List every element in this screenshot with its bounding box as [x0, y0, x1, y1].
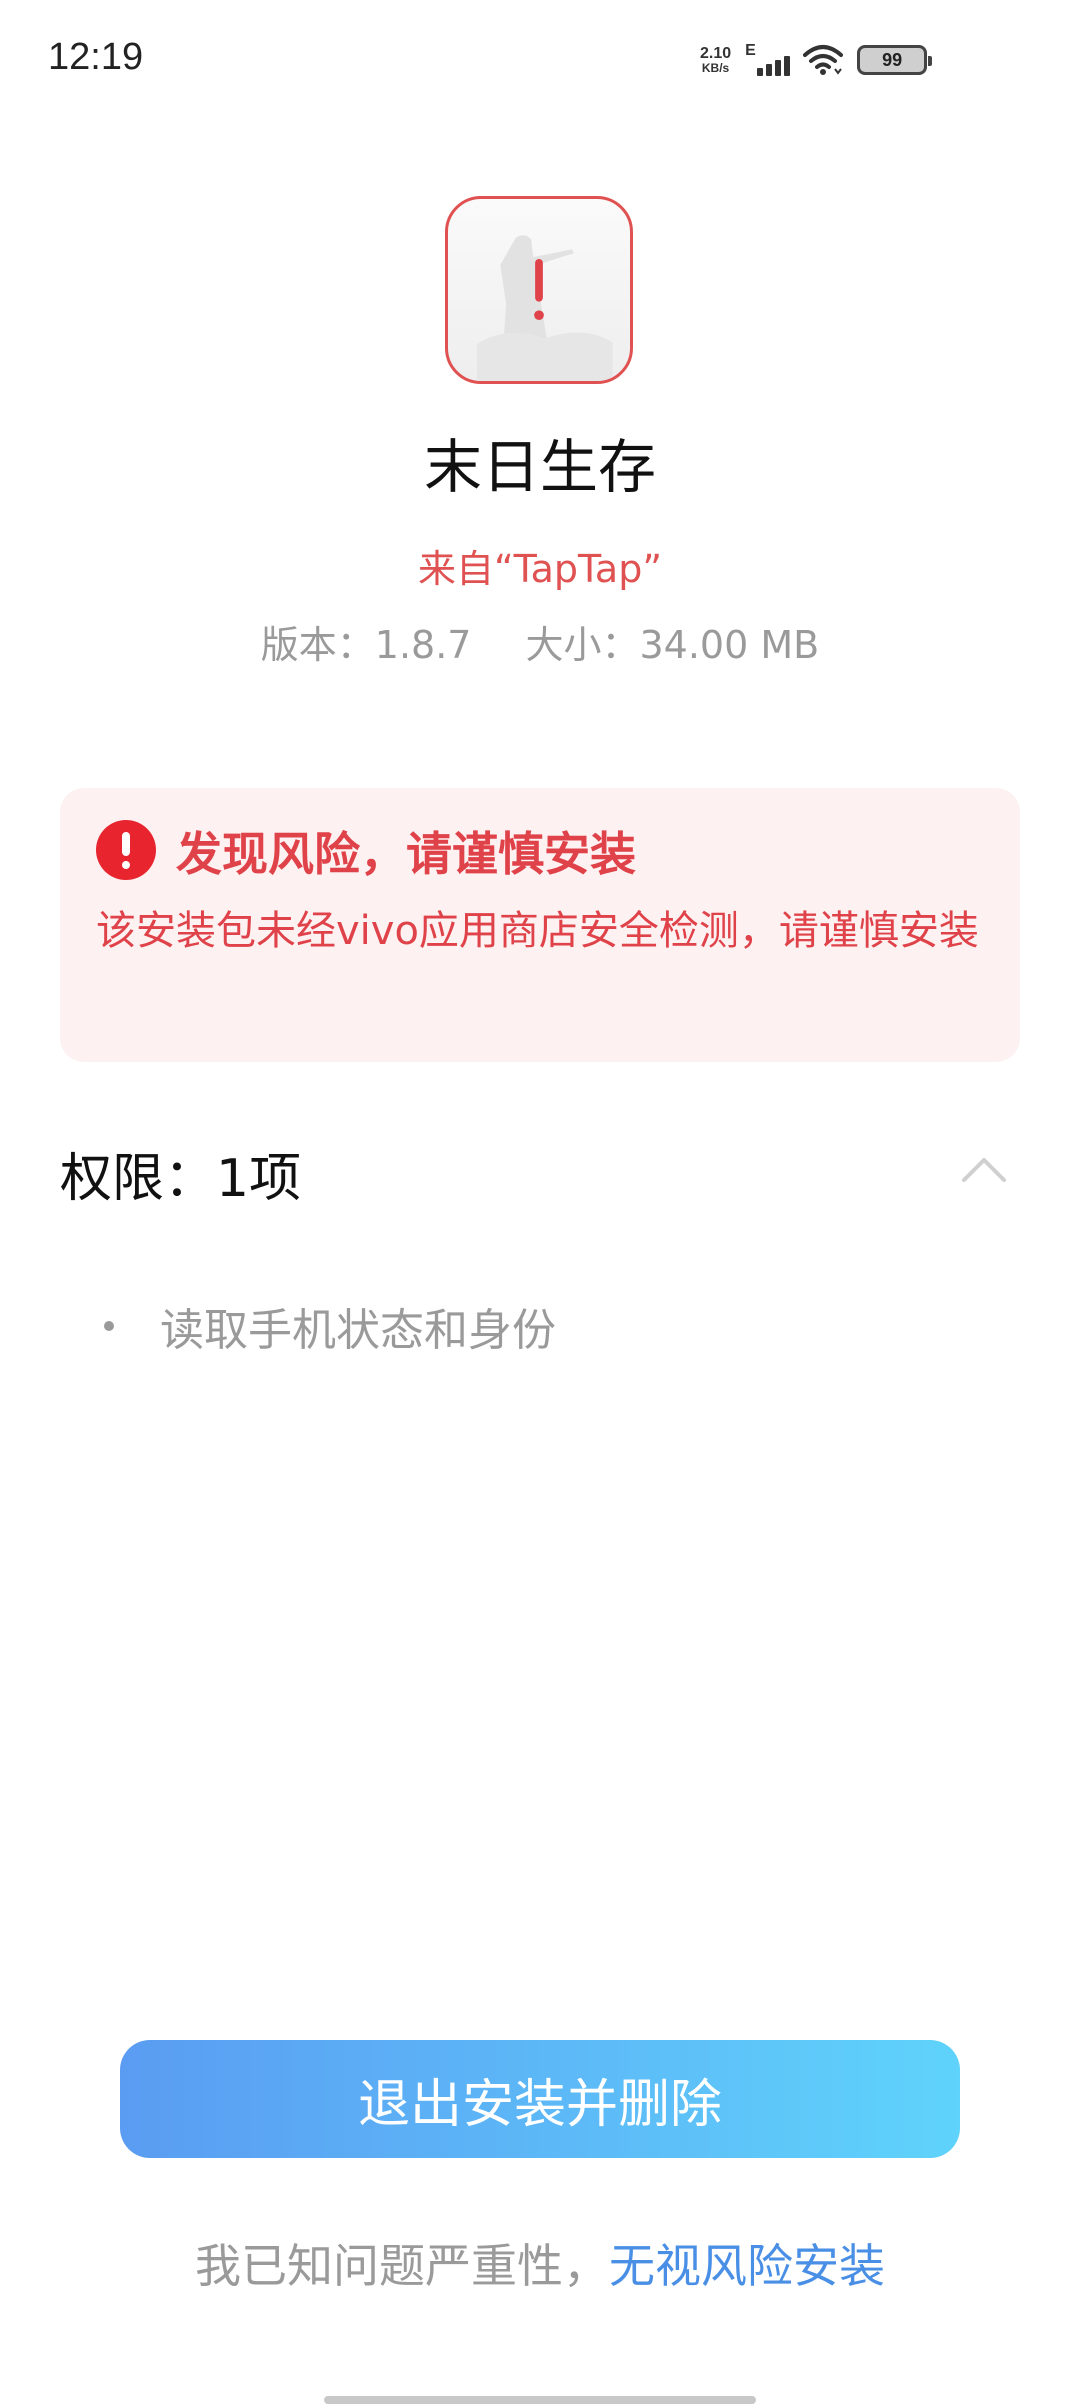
risk-warning-card: 发现风险，请谨慎安装 该安装包未经vivo应用商店安全检测，请谨慎安装: [60, 788, 1020, 1062]
network-type: E: [745, 42, 756, 59]
battery-icon: 99: [857, 45, 933, 75]
permission-label: 读取手机状态和身份: [160, 1305, 556, 1356]
cellular-signal-icon: E: [745, 42, 791, 78]
exit-install-delete-button[interactable]: 退出安装并删除: [120, 2040, 960, 2158]
network-speed-unit: KB/s: [701, 61, 730, 75]
permission-item: 读取手机状态和身份: [104, 1294, 556, 1358]
exclamation-icon: [534, 259, 544, 321]
app-version: 版本：1.8.7: [260, 623, 472, 667]
battery-level: 99: [882, 49, 903, 70]
network-speed: 2.10 KB/s: [700, 45, 732, 75]
app-source: 来自“TapTap”: [417, 547, 663, 591]
risk-title: 发现风险，请谨慎安装: [176, 827, 636, 881]
status-icons: 2.10 KB/s E 99: [700, 40, 933, 80]
alert-icon: [96, 820, 156, 880]
ignore-risk-prefix: 我已知问题严重性，: [195, 2239, 609, 2293]
app-meta: 版本：1.8.7 大小：34.00 MB: [0, 614, 1080, 669]
warning-app-icon: [445, 196, 633, 384]
bullet-icon: [104, 1321, 114, 1331]
status-time: 12:19: [48, 36, 144, 78]
permissions-title: 权限：1项: [60, 1149, 302, 1209]
ignore-risk-install-link[interactable]: 无视风险安装: [609, 2239, 885, 2293]
network-speed-value: 2.10: [700, 45, 732, 62]
status-bar: 12:19 2.10 KB/s E 99: [0, 0, 1080, 120]
home-indicator[interactable]: [324, 2396, 756, 2404]
app-size: 大小：34.00 MB: [525, 623, 820, 667]
chevron-up-icon[interactable]: [956, 1150, 1012, 1190]
wifi-icon: [803, 45, 844, 75]
risk-description: 该安装包未经vivo应用商店安全检测，请谨慎安装: [96, 908, 979, 954]
ignore-risk-row: 我已知问题严重性，无视风险安装: [0, 2230, 1080, 2296]
app-name: 末日生存: [423, 433, 656, 501]
